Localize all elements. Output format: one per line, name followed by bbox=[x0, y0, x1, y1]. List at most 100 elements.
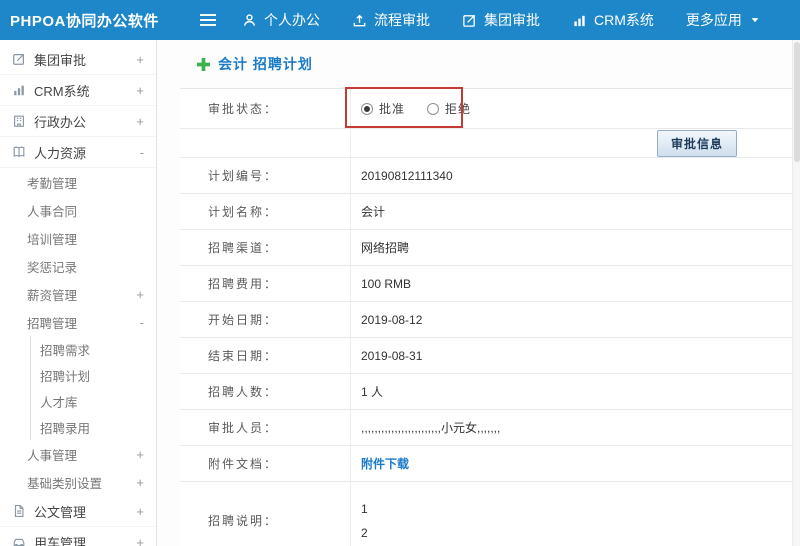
sidebar-item-personnel[interactable]: 人事管理 + bbox=[0, 440, 156, 468]
approval-info-button[interactable]: 审批信息 bbox=[656, 129, 737, 157]
collapse-icon[interactable]: - bbox=[140, 315, 144, 330]
field-label: 附件文档： bbox=[208, 457, 279, 471]
field-label: 审批状态： bbox=[208, 102, 279, 116]
sidebar-item-training[interactable]: 培训管理 bbox=[0, 224, 156, 252]
radio-unselected-icon[interactable] bbox=[427, 102, 440, 115]
sidebar-item-label: 招聘录用 bbox=[40, 421, 91, 436]
sidebar-item-rewards[interactable]: 奖惩记录 bbox=[0, 252, 156, 280]
sidebar-item-label: 基础类别设置 bbox=[27, 476, 103, 491]
scrollbar-thumb[interactable] bbox=[794, 42, 800, 162]
expand-icon[interactable]: + bbox=[136, 52, 144, 67]
sidebar-item-recruitment[interactable]: 招聘管理 - bbox=[0, 308, 156, 336]
person-icon bbox=[242, 13, 257, 28]
sidebar-item-label: 考勤管理 bbox=[27, 176, 78, 191]
sidebar-item-label: 集团审批 bbox=[34, 52, 87, 68]
add-icon bbox=[197, 57, 210, 71]
field-value: 1 人 bbox=[350, 374, 792, 409]
nav-item-crm-system[interactable]: CRM系统 bbox=[556, 0, 670, 40]
attachment-download-link[interactable]: 附件下载 bbox=[361, 455, 409, 472]
sidebar-item-human-resources[interactable]: 人力资源 - bbox=[0, 137, 156, 168]
field-label: 计划名称： bbox=[208, 205, 279, 219]
field-value: 2019-08-12 bbox=[350, 302, 792, 337]
form-row-approval-status: 审批状态： 批准 拒绝 bbox=[180, 89, 792, 129]
radio-option-reject[interactable]: 拒绝 bbox=[427, 100, 471, 117]
sidebar-item-group-approval[interactable]: 集团审批 + bbox=[0, 44, 156, 75]
expand-icon[interactable]: + bbox=[136, 114, 144, 129]
form-row-end-date: 结束日期： 2019-08-31 bbox=[180, 338, 792, 374]
radio-option-approve[interactable]: 批准 bbox=[361, 100, 405, 117]
hamburger-menu-icon[interactable] bbox=[190, 13, 226, 27]
sidebar-item-talent-pool[interactable]: 人才库 bbox=[30, 388, 156, 414]
book-icon bbox=[12, 145, 26, 159]
sidebar-item-label: 用车管理 bbox=[34, 535, 87, 546]
form-row-attachment: 附件文档： 附件下载 bbox=[180, 446, 792, 482]
expand-icon[interactable]: + bbox=[136, 83, 144, 98]
field-value-line: 2 bbox=[361, 525, 368, 540]
radio-selected-icon[interactable] bbox=[361, 102, 373, 115]
field-value: 附件下载 bbox=[350, 446, 792, 481]
field-value: 2019-08-31 bbox=[350, 338, 792, 373]
expand-icon[interactable]: + bbox=[136, 504, 144, 519]
status-radio-group: 批准 拒绝 bbox=[361, 100, 471, 117]
form-rows: 计划编号： 20190812111340 计划名称： 会计 招聘渠道： 网络招聘 招聘费用：… bbox=[180, 158, 792, 546]
form-row-approvers: 审批人员： ,,,,,,,,,,,,,,,,,,,,,,,,小元女,,,,,,, bbox=[180, 410, 792, 446]
sidebar-item-label: 人力资源 bbox=[34, 145, 87, 161]
nav-item-label: 流程审批 bbox=[374, 12, 430, 28]
nav-item-process-approval[interactable]: 流程审批 bbox=[336, 0, 446, 40]
sidebar-item-hr-contract[interactable]: 人事合同 bbox=[0, 196, 156, 224]
field-value: 20190812111340 bbox=[350, 158, 792, 193]
content-header: 会计 招聘计划 bbox=[157, 40, 792, 88]
sidebar-item-base-category[interactable]: 基础类别设置 + bbox=[0, 468, 156, 496]
detail-table: 审批状态： 批准 拒绝 审批信息 计划编号： 20190812111340 计划名称：… bbox=[180, 88, 792, 546]
app-logo: PHPOA协同办公软件 bbox=[10, 12, 159, 30]
actions-cell: 审批信息 bbox=[350, 129, 792, 157]
nav-item-personal-office[interactable]: 个人办公 bbox=[226, 0, 336, 40]
field-value: 批准 拒绝 bbox=[350, 89, 792, 128]
sidebar-item-attendance[interactable]: 考勤管理 bbox=[0, 168, 156, 196]
field-value: 100 RMB bbox=[350, 266, 792, 301]
sidebar-item-recruit-hire[interactable]: 招聘录用 bbox=[30, 414, 156, 440]
sidebar-item-label: 招聘管理 bbox=[27, 316, 78, 331]
nav-item-group-approval[interactable]: 集团审批 bbox=[446, 0, 556, 40]
field-value: 会计 bbox=[350, 194, 792, 229]
expand-icon[interactable]: + bbox=[136, 447, 144, 462]
sidebar-item-label: 奖惩记录 bbox=[27, 260, 78, 275]
form-row-recruit-count: 招聘人数： 1 人 bbox=[180, 374, 792, 410]
sidebar-item-admin-office[interactable]: 行政办公 + bbox=[0, 106, 156, 137]
sidebar-item-crm-system[interactable]: CRM系统 + bbox=[0, 75, 156, 106]
field-label: 审批人员： bbox=[208, 421, 279, 435]
field-value: ,,,,,,,,,,,,,,,,,,,,,,,,小元女,,,,,,, bbox=[350, 410, 792, 445]
sidebar-item-vehicle-mgmt[interactable]: 用车管理 + bbox=[0, 527, 156, 546]
sidebar-item-document-mgmt[interactable]: 公文管理 + bbox=[0, 496, 156, 527]
nav-item-label: 更多应用 bbox=[685, 12, 742, 28]
sidebar-item-recruit-demand[interactable]: 招聘需求 bbox=[30, 336, 156, 362]
sidebar-item-label: 人事管理 bbox=[27, 448, 78, 463]
chart-icon bbox=[572, 13, 587, 28]
sidebar-item-label: 培训管理 bbox=[27, 232, 78, 247]
form-row-recruit-note: 招聘说明： 1 2 bbox=[180, 482, 792, 546]
field-label: 开始日期： bbox=[208, 313, 279, 327]
topbar: PHPOA协同办公软件 个人办公 流程审批 集团审批 CRM系统 更多应用 bbox=[0, 0, 800, 40]
sidebar-item-label: 招聘需求 bbox=[40, 343, 91, 358]
field-label bbox=[180, 129, 350, 157]
document-icon bbox=[12, 504, 26, 518]
car-icon bbox=[12, 535, 26, 546]
field-value: 网络招聘 bbox=[350, 230, 792, 265]
expand-icon[interactable]: + bbox=[136, 535, 144, 546]
sidebar-item-label: 公文管理 bbox=[34, 504, 87, 520]
collapse-icon[interactable]: - bbox=[140, 145, 144, 160]
nav-item-label: 集团审批 bbox=[484, 12, 540, 28]
edit-icon bbox=[12, 52, 26, 66]
form-row-recruit-cost: 招聘费用： 100 RMB bbox=[180, 266, 792, 302]
vertical-scrollbar[interactable] bbox=[792, 40, 800, 546]
sidebar-item-salary[interactable]: 薪资管理 + bbox=[0, 280, 156, 308]
field-label: 结束日期： bbox=[208, 349, 279, 363]
expand-icon[interactable]: + bbox=[136, 287, 144, 302]
field-label: 招聘费用： bbox=[208, 277, 279, 291]
page-title: 会计 招聘计划 bbox=[218, 56, 313, 72]
field-label: 招聘渠道： bbox=[208, 241, 279, 255]
expand-icon[interactable]: + bbox=[136, 475, 144, 490]
sidebar-item-recruit-plan[interactable]: 招聘计划 bbox=[30, 362, 156, 388]
nav-item-more-apps[interactable]: 更多应用 bbox=[670, 0, 777, 40]
nav-item-label: CRM系统 bbox=[594, 12, 654, 28]
